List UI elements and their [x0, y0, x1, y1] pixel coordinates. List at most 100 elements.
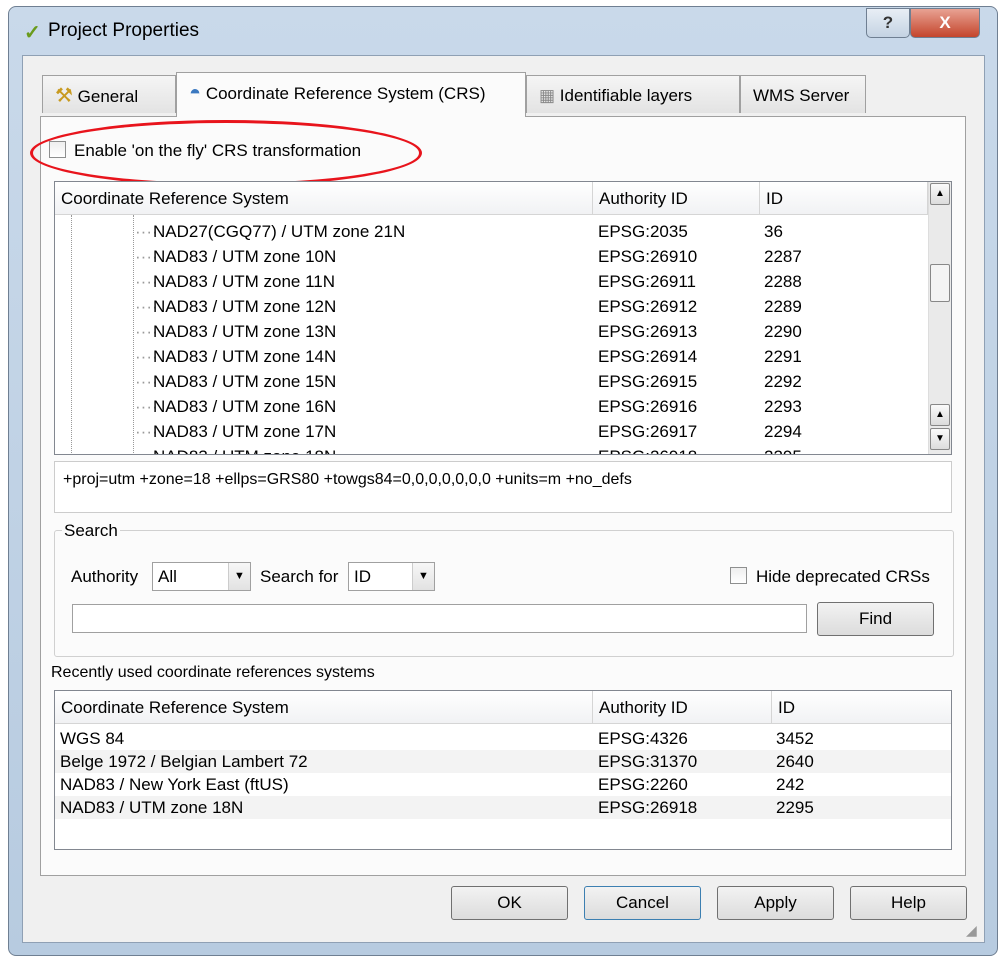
recent-title: Recently used coordinate references syst…: [51, 664, 375, 681]
crs-id: 2292: [764, 372, 802, 391]
crs-authority: EPSG:26913: [598, 322, 698, 341]
crs-id: 2293: [764, 397, 802, 416]
crs-authority: EPSG:26915: [598, 372, 698, 391]
header-authority[interactable]: Authority ID: [593, 182, 760, 215]
window-title: Project Properties: [48, 20, 200, 41]
authority-combo[interactable]: All ▼: [152, 562, 251, 591]
crs-authority: EPSG:26912: [598, 297, 698, 316]
crs-authority: EPSG:26918: [598, 798, 698, 817]
tools-icon: ⚒: [55, 85, 73, 107]
crs-authority: EPSG:4326: [598, 729, 688, 748]
crs-authority: EPSG:2035: [598, 222, 688, 241]
apply-button[interactable]: Apply: [717, 886, 834, 920]
crs-row[interactable]: ···· NAD83 / UTM zone 15N EPSG:26915 2292: [55, 369, 928, 394]
tab-crs[interactable]: ◓ Coordinate Reference System (CRS): [176, 72, 526, 117]
crs-id: 2294: [764, 422, 802, 441]
crs-id: 3452: [776, 729, 814, 748]
crs-authority: EPSG:2260: [598, 775, 688, 794]
header-crs[interactable]: Coordinate Reference System: [55, 691, 593, 724]
recent-row[interactable]: WGS 84 EPSG:4326 3452: [55, 727, 951, 750]
crs-row[interactable]: ···· NAD27(CGQ77) / UTM zone 21N EPSG:2035…: [55, 219, 928, 244]
crs-id: 2289: [764, 297, 802, 316]
crs-authority: EPSG:26910: [598, 247, 698, 266]
crs-name: NAD83 / UTM zone 11N: [153, 272, 336, 291]
search-title: Search: [62, 521, 120, 541]
crs-id: 2295: [776, 798, 814, 817]
tab-general[interactable]: ⚒ General: [42, 75, 176, 113]
crs-row[interactable]: ···· NAD83 / UTM zone 11N EPSG:26911 2288: [55, 269, 928, 294]
search-input[interactable]: [72, 604, 807, 633]
crs-authority: EPSG:26914: [598, 347, 698, 366]
crs-id: 2640: [776, 752, 814, 771]
crs-id: 242: [776, 775, 805, 794]
crs-table: Coordinate Reference System Authority ID…: [54, 181, 952, 455]
crs-row[interactable]: ···· NAD83 / UTM zone 16N EPSG:26916 2293: [55, 394, 928, 419]
recent-row[interactable]: NAD83 / New York East (ftUS) EPSG:2260 242: [55, 773, 951, 796]
crs-name: NAD27(CGQ77) / UTM zone 21N: [153, 222, 406, 241]
crs-row[interactable]: ···· NAD83 / UTM zone 14N EPSG:26914 2291: [55, 344, 928, 369]
authority-label: Authority: [71, 567, 139, 586]
header-id[interactable]: ID: [760, 182, 928, 215]
crs-name: NAD83 / UTM zone 17N: [153, 422, 337, 441]
crs-name: NAD83 / UTM zone 10N: [153, 247, 337, 266]
crs-name: NAD83 / UTM zone 12N: [153, 297, 337, 316]
search-for-label: Search for: [260, 567, 339, 586]
recent-table: Coordinate Reference System Authority ID…: [54, 690, 952, 850]
hide-deprecated-label: Hide deprecated CRSs: [756, 567, 930, 586]
header-authority[interactable]: Authority ID: [593, 691, 772, 724]
recent-row[interactable]: NAD83 / UTM zone 18N EPSG:26918 2295: [55, 796, 951, 819]
crs-id: 2290: [764, 322, 802, 341]
find-button[interactable]: Find: [817, 602, 934, 636]
crs-name: NAD83 / UTM zone 13N: [153, 322, 337, 341]
help-button[interactable]: Help: [850, 886, 967, 920]
crs-authority: EPSG:26918: [598, 444, 697, 454]
recent-row[interactable]: Belge 1972 / Belgian Lambert 72 EPSG:3137…: [55, 750, 951, 773]
crs-row[interactable]: ···· NAD83 / UTM zone 17N EPSG:26917 2294: [55, 419, 928, 444]
ok-button[interactable]: OK: [451, 886, 568, 920]
crs-name: NAD83 / UTM zone 15N: [153, 372, 337, 391]
scroll-up-button[interactable]: ▲: [930, 183, 950, 205]
crs-id: 2295: [764, 444, 802, 454]
layers-icon: ▦: [539, 86, 556, 105]
tab-wms-server[interactable]: WMS Server: [740, 75, 866, 113]
cancel-button[interactable]: Cancel: [584, 886, 701, 920]
crs-name: NAD83 / UTM zone 18N: [60, 798, 244, 817]
crs-id: 2291: [764, 347, 802, 366]
crs-authority: EPSG:26917: [598, 422, 698, 441]
crs-id: 36: [764, 222, 783, 241]
crs-authority: EPSG:26911: [598, 272, 696, 291]
crs-name: NAD83 / UTM zone 16N: [153, 397, 337, 416]
crs-name: NAD83 / New York East (ftUS): [60, 775, 289, 794]
crs-scrollbar[interactable]: ▲ ▲ ▼: [928, 182, 951, 454]
globe-icon: ◓: [189, 82, 202, 104]
crs-name: NAD83 / UTM zone 18N: [153, 444, 336, 454]
proj-string: +proj=utm +zone=18 +ellps=GRS80 +towgs84…: [54, 461, 952, 513]
help-title-button[interactable]: ?: [866, 8, 910, 38]
close-button[interactable]: X: [910, 8, 980, 38]
header-crs[interactable]: Coordinate Reference System: [55, 182, 593, 215]
crs-name: WGS 84: [60, 729, 125, 748]
chevron-down-icon: ▼: [412, 563, 434, 590]
crs-name: NAD83 / UTM zone 14N: [153, 347, 337, 366]
crs-name: Belge 1972 / Belgian Lambert 72: [60, 752, 308, 771]
crs-id: 2288: [764, 272, 802, 291]
highlight-ellipse: [30, 120, 422, 186]
search-group: [54, 530, 954, 657]
scroll-thumb[interactable]: [930, 264, 950, 302]
resize-grip-icon[interactable]: ◢: [966, 922, 977, 939]
crs-row[interactable]: ···· NAD83 / UTM zone 13N EPSG:26913 2290: [55, 319, 928, 344]
header-id[interactable]: ID: [772, 691, 951, 724]
qgis-icon: ✓: [24, 22, 41, 44]
crs-row[interactable]: ····NAD83 / UTM zone 18NEPSG:269182295: [55, 444, 928, 454]
tab-identifiable-layers[interactable]: ▦ Identifiable layers: [526, 75, 740, 113]
crs-authority: EPSG:26916: [598, 397, 698, 416]
crs-id: 2287: [764, 247, 802, 266]
scroll-down-button[interactable]: ▼: [930, 428, 950, 450]
crs-authority: EPSG:31370: [598, 752, 698, 771]
search-for-combo[interactable]: ID ▼: [348, 562, 435, 591]
crs-row[interactable]: ···· NAD83 / UTM zone 12N EPSG:26912 2289: [55, 294, 928, 319]
hide-deprecated-checkbox[interactable]: [730, 567, 747, 584]
chevron-down-icon: ▼: [228, 563, 250, 590]
crs-row[interactable]: ···· NAD83 / UTM zone 10N EPSG:26910 2287: [55, 244, 928, 269]
scroll-up-button[interactable]: ▲: [930, 404, 950, 426]
